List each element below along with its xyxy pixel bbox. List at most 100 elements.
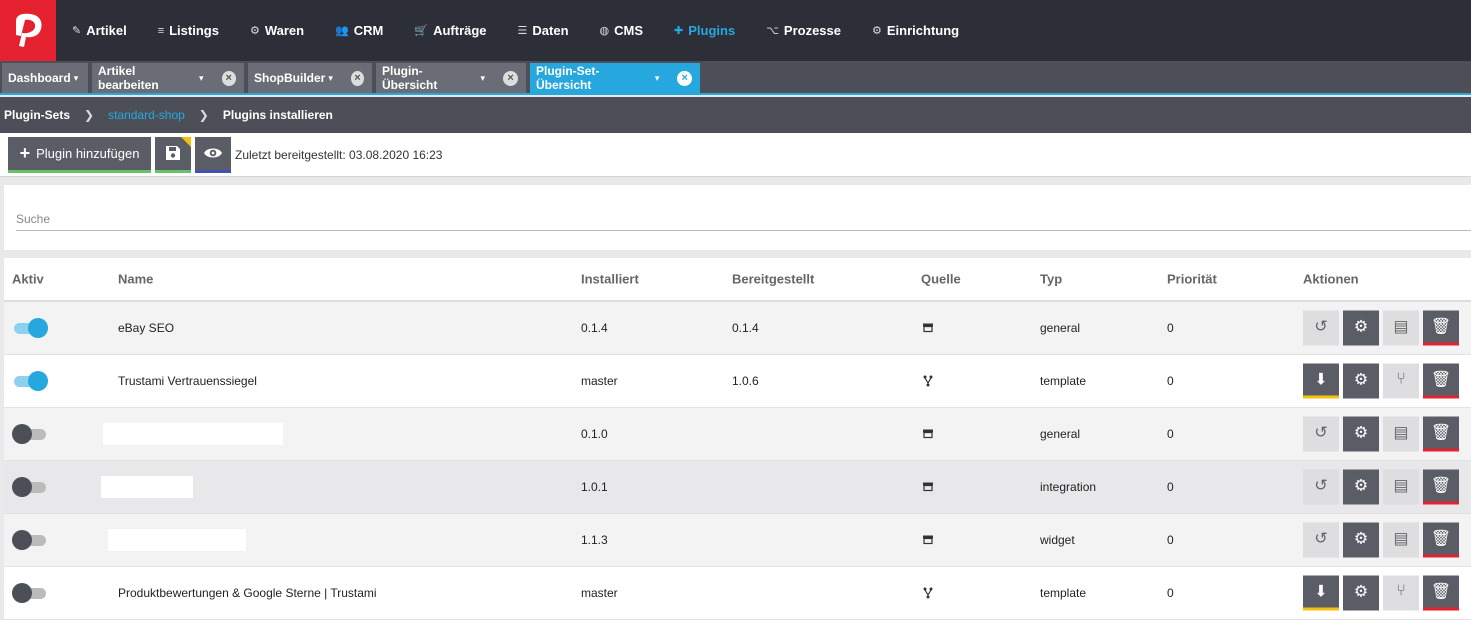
tab-0[interactable]: Dashboard ▾ <box>2 63 88 93</box>
delete-icon: 🗑 <box>1430 583 1452 601</box>
close-icon[interactable]: × <box>677 70 692 86</box>
header-name[interactable]: Name <box>118 272 153 287</box>
header-prioritaet[interactable]: Priorität <box>1167 272 1217 287</box>
active-toggle[interactable] <box>12 583 48 603</box>
settings-button[interactable]: ⚙ <box>1343 416 1379 452</box>
active-toggle[interactable] <box>12 318 48 338</box>
caret-down-icon[interactable]: ▾ <box>199 73 204 84</box>
install-button[interactable]: ⬇ <box>1303 363 1339 399</box>
reset-button[interactable]: ↺ <box>1303 469 1339 505</box>
caret-down-icon[interactable]: ▾ <box>481 73 486 84</box>
nav-item-daten[interactable]: ☰ Daten <box>518 23 569 38</box>
settings-button[interactable]: ⚙ <box>1343 363 1379 399</box>
plugin-type: general <box>1040 321 1081 335</box>
close-icon[interactable]: × <box>503 70 518 86</box>
git-button[interactable]: ⑂ <box>1383 363 1419 399</box>
settings-button[interactable]: ⚙ <box>1343 469 1379 505</box>
settings-icon: ⚙ <box>1353 424 1369 442</box>
delete-button[interactable]: 🗑 <box>1423 469 1459 505</box>
delete-button[interactable]: 🗑 <box>1423 575 1459 611</box>
header-aktionen: Aktionen <box>1303 271 1359 287</box>
tab-4[interactable]: Plugin-Set-Übersicht ▾ × <box>530 63 700 93</box>
nav-item-label: Waren <box>264 23 305 38</box>
preview-button[interactable] <box>195 136 231 173</box>
reset-button[interactable]: ↺ <box>1303 416 1339 452</box>
reset-icon: ↺ <box>1314 530 1328 548</box>
plugin-type: widget <box>1040 533 1075 547</box>
active-toggle[interactable] <box>12 424 48 444</box>
chevron-right-icon: ❯ <box>198 108 209 122</box>
breadcrumb-root[interactable]: Plugin-Sets <box>4 108 70 122</box>
nav-item-listings[interactable]: ≡ Listings <box>158 23 219 38</box>
git-branch-icon <box>923 587 933 599</box>
caret-down-icon[interactable]: ▾ <box>328 73 333 84</box>
tab-bar: Dashboard ▾ Artikel bearbeiten ▾ × ShopBuilde… <box>0 61 1471 95</box>
nav-item-plugins[interactable]: ✚ Plugins <box>674 23 735 38</box>
delete-button[interactable]: 🗑 <box>1423 416 1459 452</box>
boxes-icon: ⚙ <box>249 25 260 37</box>
tab-1[interactable]: Artikel bearbeiten ▾ × <box>92 63 244 93</box>
puzzle-icon: ✚ <box>674 25 684 37</box>
delete-button[interactable]: 🗑 <box>1423 522 1459 558</box>
delete-button[interactable]: 🗑 <box>1423 363 1459 399</box>
marketplace-button[interactable]: ▤ <box>1383 522 1419 558</box>
close-icon[interactable]: × <box>221 70 236 86</box>
plugin-type: integration <box>1040 480 1097 494</box>
git-button[interactable]: ⑂ <box>1383 575 1419 611</box>
nav-item-label: Einrichtung <box>886 23 960 38</box>
header-quelle[interactable]: Quelle <box>921 272 961 287</box>
last-deployed-text: Zuletzt bereitgestellt: 03.08.2020 16:23 <box>235 147 443 162</box>
marketplace-button[interactable]: ▤ <box>1383 310 1419 346</box>
nav-item-prozesse[interactable]: ⌥ Prozesse <box>766 23 841 38</box>
marketplace-store-icon <box>923 429 933 439</box>
search-input[interactable] <box>16 207 1471 231</box>
settings-button[interactable]: ⚙ <box>1343 575 1379 611</box>
redacted-name <box>101 476 193 498</box>
reset-button[interactable]: ↺ <box>1303 522 1339 558</box>
breadcrumb-set[interactable]: standard-shop <box>108 108 185 122</box>
tab-3[interactable]: Plugin-Übersicht ▾ × <box>376 63 526 93</box>
settings-button[interactable]: ⚙ <box>1343 522 1379 558</box>
reset-icon: ↺ <box>1314 477 1328 495</box>
installed-version: 0.1.0 <box>581 427 608 441</box>
delete-button[interactable]: 🗑 <box>1423 310 1459 346</box>
tab-2[interactable]: ShopBuilder ▾ × <box>248 63 372 93</box>
save-button[interactable] <box>155 136 191 173</box>
reset-button[interactable]: ↺ <box>1303 310 1339 346</box>
plugin-priority: 0 <box>1167 586 1174 600</box>
caret-down-icon[interactable]: ▾ <box>74 73 79 84</box>
add-plugin-button[interactable]: + Plugin hinzufügen <box>8 136 151 173</box>
header-installiert[interactable]: Installiert <box>581 272 639 287</box>
header-aktiv[interactable]: Aktiv <box>12 272 44 287</box>
active-toggle[interactable] <box>12 530 48 550</box>
row-actions: ↺ ⚙ ▤ 🗑 <box>1303 310 1463 346</box>
redacted-name <box>103 423 283 445</box>
toggle-knob <box>28 318 48 338</box>
sitemap-icon: ⌥ <box>766 25 779 37</box>
nav-item-artikel[interactable]: ✎ Artikel <box>72 23 127 38</box>
install-icon: ⬇ <box>1314 583 1328 601</box>
plentymarkets-logo[interactable] <box>0 0 56 61</box>
settings-button[interactable]: ⚙ <box>1343 310 1379 346</box>
caret-down-icon[interactable]: ▾ <box>655 73 660 84</box>
active-toggle[interactable] <box>12 477 48 497</box>
marketplace-button[interactable]: ▤ <box>1383 416 1419 452</box>
row-actions: ⬇ ⚙ ⑂ 🗑 <box>1303 575 1463 611</box>
settings-icon: ⚙ <box>1353 318 1369 336</box>
nav-item-label: Prozesse <box>783 23 841 38</box>
nav-item-aufträge[interactable]: 🛒 Aufträge <box>414 23 486 38</box>
plugin-priority: 0 <box>1167 374 1174 388</box>
header-typ[interactable]: Typ <box>1040 272 1062 287</box>
tab-label: Dashboard <box>8 71 71 85</box>
header-bereitgestellt[interactable]: Bereitgestellt <box>732 272 814 287</box>
nav-item-cms[interactable]: ◍ CMS <box>600 23 644 38</box>
plugins-table: Aktiv Name Installiert Bereitgestellt Qu… <box>4 258 1471 620</box>
install-button[interactable]: ⬇ <box>1303 575 1339 611</box>
nav-item-einrichtung[interactable]: ⚙ Einrichtung <box>872 23 959 38</box>
active-toggle[interactable] <box>12 371 48 391</box>
plugin-priority: 0 <box>1167 427 1174 441</box>
nav-item-waren[interactable]: ⚙ Waren <box>250 23 304 38</box>
close-icon[interactable]: × <box>350 70 364 86</box>
nav-item-crm[interactable]: 👥 CRM <box>335 23 383 38</box>
marketplace-button[interactable]: ▤ <box>1383 469 1419 505</box>
